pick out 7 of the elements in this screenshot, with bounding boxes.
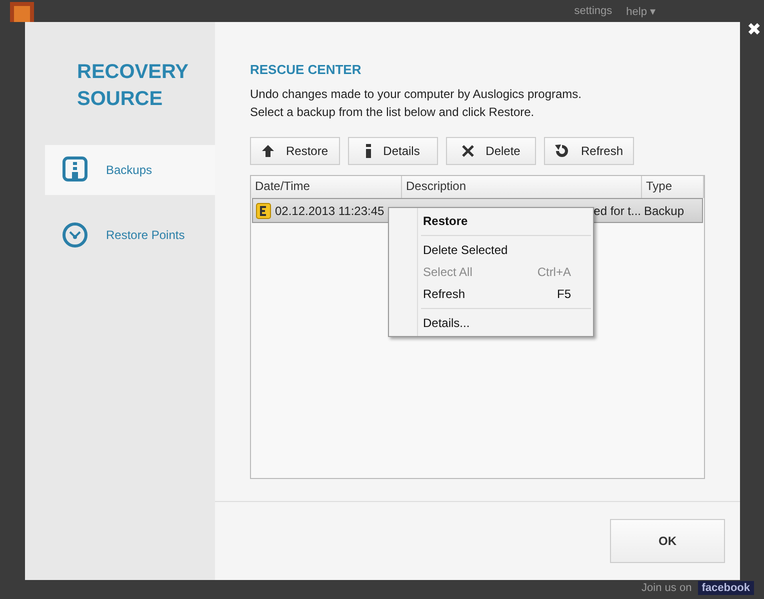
sidebar-title: RECOVERY SOURCE [76, 60, 190, 112]
footer-text: Join us on [642, 582, 692, 594]
table-cell: 02.12.2013 11:23:45 [275, 204, 384, 218]
table-cell: ed for t... [594, 204, 641, 218]
section-heading: RESCUE CENTER [250, 62, 362, 77]
table-cell-text: Backup [644, 204, 686, 218]
description-text: Undo changes made to your computer by Auslogics programs. Select a backup from the list below and click Restore. [250, 86, 583, 121]
